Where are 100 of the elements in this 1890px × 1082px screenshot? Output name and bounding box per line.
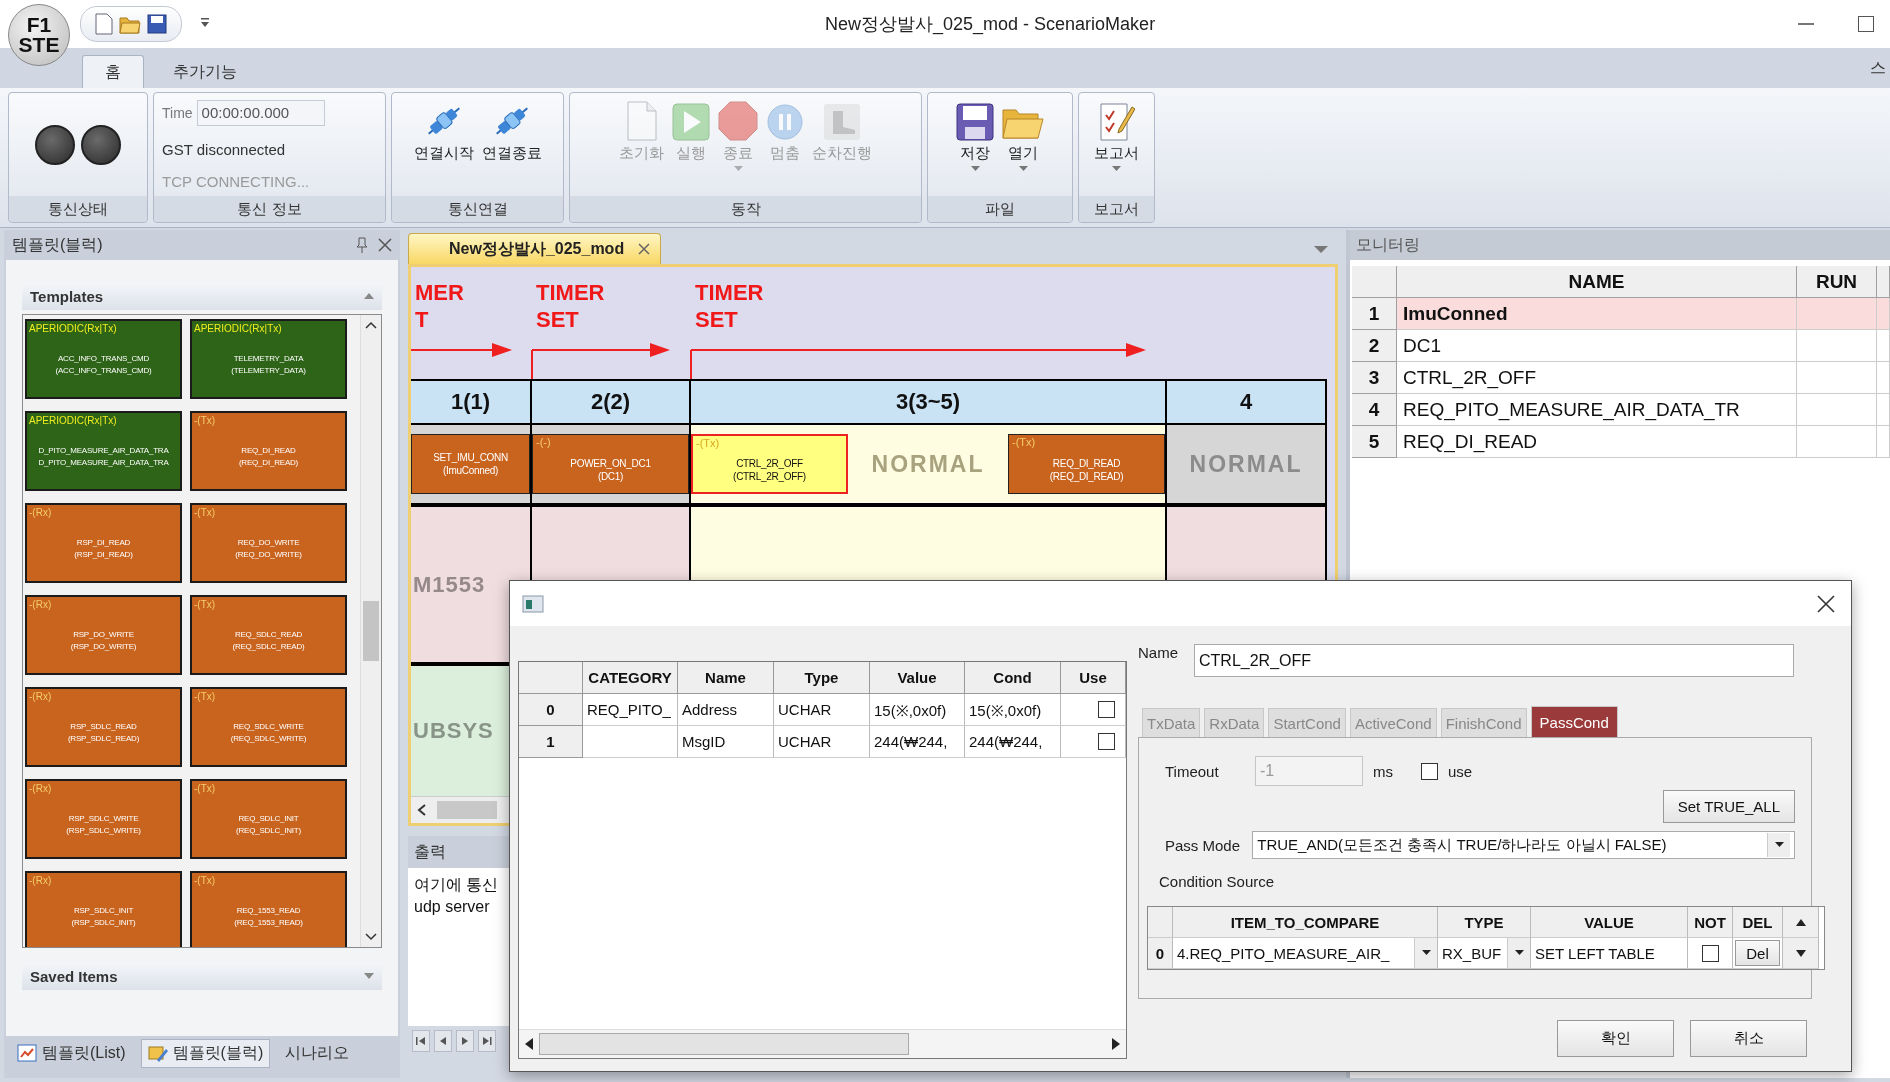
time-field[interactable]: 00:00:00.000 bbox=[196, 99, 325, 126]
template-block[interactable]: -(Tx) REQ_DO_WRITE (REQ_DO_WRITE) bbox=[190, 503, 347, 583]
unit-label: ms bbox=[1373, 762, 1393, 780]
template-block[interactable]: -(Tx) REQ_1553_READ (REQ_1553_READ) bbox=[190, 871, 347, 947]
section-title: Saved Items bbox=[30, 967, 118, 985]
block-label: (ImuConned) bbox=[441, 464, 500, 477]
block-label: SET_IMU_CONN bbox=[432, 451, 509, 464]
row-number: 4 bbox=[1352, 394, 1397, 426]
template-block[interactable]: -(Tx) REQ_SDLC_INIT (REQ_SDLC_INIT) bbox=[190, 779, 347, 859]
ribbon-button[interactable]: 열기 bbox=[999, 95, 1047, 191]
panel-tab[interactable]: 템플릿(블럭) bbox=[140, 1038, 271, 1068]
template-block[interactable]: APERIODIC(Rx|Tx) TELEMETRY_DATA (TELEMETRY_DATA) bbox=[190, 319, 347, 399]
scenario-block[interactable]: SET_IMU_CONN (ImuConned) bbox=[411, 434, 530, 494]
block-label: (REQ_1553_READ) bbox=[234, 916, 303, 929]
block-label: REQ_DI_READ bbox=[1051, 457, 1122, 470]
first-page-button[interactable] bbox=[412, 1030, 430, 1052]
lane-label: UBSYS bbox=[413, 718, 494, 744]
template-block[interactable]: -(Rx) RSP_SDLC_READ (RSP_SDLC_READ) bbox=[25, 687, 182, 767]
panel-tab[interactable]: 시나리오 bbox=[278, 1038, 357, 1068]
time-label: Time bbox=[162, 104, 193, 121]
block-label: REQ_1553_READ bbox=[235, 904, 302, 917]
template-block[interactable]: -(Rx) RSP_DI_READ (RSP_DI_READ) bbox=[25, 503, 182, 583]
ribbon-button[interactable]: 연결종료 bbox=[478, 95, 545, 191]
block-label: REQ_DI_READ bbox=[240, 444, 297, 457]
not-checkbox[interactable] bbox=[1701, 944, 1719, 962]
use-checkbox[interactable] bbox=[1098, 701, 1115, 718]
document-tab[interactable]: New정상발사_025_mod bbox=[408, 233, 662, 264]
template-block[interactable]: -(Rx) RSP_DO_WRITE (RSP_DO_WRITE) bbox=[25, 595, 182, 675]
column-header: 1(1) bbox=[411, 379, 532, 425]
pass-mode-dropdown[interactable]: TRUE_AND(모든조건 충족시 TRUE/하나라도 아닐시 FALSE) bbox=[1252, 831, 1795, 859]
block-tag: APERIODIC(Rx|Tx) bbox=[194, 323, 282, 334]
next-button[interactable] bbox=[456, 1030, 474, 1052]
last-page-icon bbox=[481, 1035, 493, 1047]
block-tag: -(Rx) bbox=[29, 783, 52, 794]
template-block[interactable]: -(Tx) REQ_SDLC_WRITE (REQ_SDLC_WRITE) bbox=[190, 687, 347, 767]
dialog-button[interactable]: 취소 bbox=[1690, 1020, 1807, 1057]
table-cell: DC1 bbox=[1397, 330, 1797, 362]
template-block[interactable]: -(Tx) REQ_SDLC_READ (REQ_SDLC_READ) bbox=[190, 595, 347, 675]
row-number: 1 bbox=[1352, 298, 1397, 330]
block-tag: -(Tx) bbox=[1012, 436, 1036, 448]
ribbon-group-label: 통신 정보 bbox=[154, 196, 385, 222]
caret-icon bbox=[733, 166, 743, 172]
column-header: Value bbox=[870, 662, 965, 694]
scenario-block[interactable]: -(Tx) CTRL_2R_OFF (CTRL_2R_OFF) bbox=[691, 434, 848, 494]
block-label: (RSP_DI_READ) bbox=[74, 548, 133, 561]
set-all-button[interactable]: Set TRUE_ALL bbox=[1662, 790, 1795, 823]
template-block[interactable]: -(Rx) RSP_SDLC_WRITE (RSP_SDLC_WRITE) bbox=[25, 779, 182, 859]
use-checkbox[interactable] bbox=[1421, 762, 1438, 780]
previous-button[interactable] bbox=[434, 1030, 452, 1052]
row-number: 2 bbox=[1352, 330, 1397, 362]
tab[interactable]: PassCond bbox=[1530, 706, 1618, 737]
name-field[interactable]: CTRL_2R_OFF bbox=[1194, 644, 1794, 677]
checklist-pencil-icon bbox=[1098, 101, 1135, 141]
template-block[interactable]: APERIODIC(Rx|Tx) ACC_INFO_TRANS_CMD (ACC_INFO_TRANS_CMD) bbox=[25, 319, 182, 399]
delete-button[interactable]: Del bbox=[1735, 940, 1780, 966]
template-block[interactable]: APERIODIC(Rx|Tx) D_PITO_MEASURE_AIR_DATA_TRA D_PITO_MEASURE_AIR_DATA_TRA bbox=[25, 411, 182, 491]
scenario-block[interactable]: -(Tx) REQ_DI_READ (REQ_DI_READ) bbox=[1008, 434, 1165, 494]
scenario-block[interactable]: -(-) POWER_ON_DC1 (DC1) bbox=[532, 434, 689, 494]
block-label: REQ_SDLC_INIT bbox=[237, 812, 300, 825]
template-block[interactable]: -(Tx) REQ_DI_READ (REQ_DI_READ) bbox=[190, 411, 347, 491]
template-block[interactable]: -(Rx) RSP_SDLC_INIT (RSP_SDLC_INIT) bbox=[25, 871, 182, 947]
column-header: 3(3~5) bbox=[691, 379, 1167, 425]
column-header: Cond bbox=[965, 662, 1061, 694]
header-cell bbox=[519, 662, 583, 694]
ribbon-button[interactable]: 저장 bbox=[953, 95, 997, 191]
scroll-up-button[interactable] bbox=[1795, 918, 1806, 926]
table-cell: MsgID bbox=[678, 726, 774, 758]
column-header: Use bbox=[1061, 662, 1126, 694]
scroll-right-icon bbox=[1110, 1037, 1122, 1051]
panel-tab[interactable]: 템플릿(List) bbox=[10, 1038, 133, 1068]
close-icon bbox=[378, 238, 392, 252]
item-dropdown[interactable]: 4.REQ_PITO_MEASURE_AIR_ bbox=[1173, 938, 1438, 969]
caret-icon bbox=[1774, 842, 1784, 848]
dialog-button[interactable]: 확인 bbox=[1557, 1020, 1674, 1057]
page-icon bbox=[625, 101, 658, 141]
timer-label: TIMER bbox=[536, 279, 606, 306]
row-number: 0 bbox=[1148, 938, 1173, 969]
ribbon-tab[interactable]: 추가기능 bbox=[150, 55, 260, 88]
table-cell: 15(※,0x0f) bbox=[965, 694, 1061, 726]
play-icon bbox=[672, 103, 710, 141]
last-page-button[interactable] bbox=[478, 1030, 496, 1052]
block-label: (RSP_SDLC_INIT) bbox=[71, 916, 136, 929]
header-cell bbox=[1877, 266, 1890, 298]
block-tag: -(Tx) bbox=[194, 599, 216, 610]
scroll-down-button[interactable] bbox=[1795, 949, 1806, 957]
block-label: (RSP_DO_WRITE) bbox=[70, 640, 137, 653]
ribbon-button[interactable]: 보고서 bbox=[1091, 95, 1142, 191]
column-header: CATEGORY bbox=[583, 662, 678, 694]
block-label: RSP_SDLC_WRITE bbox=[67, 812, 140, 825]
use-checkbox[interactable] bbox=[1098, 733, 1115, 750]
ribbon-tab[interactable]: 홈 bbox=[82, 55, 144, 88]
ribbon-tab[interactable]: 스 bbox=[1870, 57, 1890, 79]
table-cell: UCHAR bbox=[774, 694, 870, 726]
status-text: GST disconnected bbox=[162, 140, 286, 158]
type-dropdown[interactable]: RX_BUF bbox=[1438, 938, 1531, 969]
ribbon-button[interactable]: 연결시작 bbox=[410, 95, 477, 191]
panel-title: 출력 bbox=[414, 841, 446, 862]
pin-icon bbox=[356, 237, 368, 253]
block-label: (RSP_SDLC_READ) bbox=[67, 732, 140, 745]
block-label: CTRL_2R_OFF bbox=[735, 457, 804, 470]
